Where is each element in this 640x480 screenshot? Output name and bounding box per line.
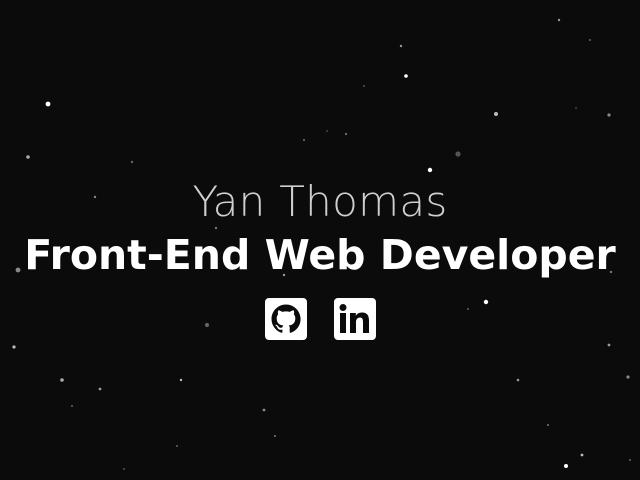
star [98,387,102,391]
star [26,155,30,159]
star [71,405,73,407]
star [363,85,365,87]
star [130,160,134,164]
star [626,375,630,379]
hero: Yan Thomas Front-End Web Developer [0,176,640,340]
star [123,468,125,470]
star [607,343,611,347]
star [45,101,51,107]
page: Yan Thomas Front-End Web Developer [0,0,640,480]
star [12,345,16,349]
linkedin-link[interactable] [333,298,376,340]
star [427,167,433,173]
star [547,424,549,426]
star [455,151,461,157]
star [274,435,276,437]
star [557,18,561,22]
star [303,139,305,141]
star [580,453,584,457]
star [179,378,183,382]
linkedin-icon [339,304,369,333]
star [516,378,520,382]
developer-name: Yan Thomas [192,177,448,226]
star [344,132,348,136]
social-links [0,298,640,340]
developer-role: Front-End Web Developer [24,231,616,279]
star [176,445,178,447]
star [607,113,611,117]
github-icon [271,304,301,333]
star [629,459,631,461]
star [575,107,577,109]
star [404,74,408,78]
star [399,44,403,48]
github-link[interactable] [264,298,307,340]
star [262,408,266,412]
star [494,112,498,116]
star [589,39,591,41]
star [326,130,328,132]
star [60,378,64,382]
star [564,464,568,468]
